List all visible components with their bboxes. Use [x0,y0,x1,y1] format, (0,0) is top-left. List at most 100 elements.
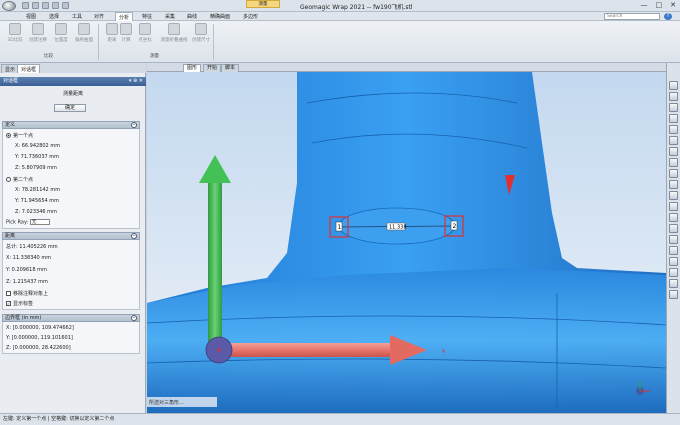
menu-bar: 视图 选择 工具 对齐 分析 特征 采集 曲线 精确曲面 多边形 Search … [0,12,680,21]
y-axis-arrow-shaft[interactable] [208,183,222,348]
pan-icon[interactable] [669,114,678,123]
menu-feature[interactable]: 特征 [142,13,152,20]
right-toolbar [666,63,680,413]
group-label-measure: 测量 [150,54,159,59]
undo-icon[interactable] [52,2,59,9]
help-icon[interactable]: ? [664,13,672,20]
menu-exact-surfaces[interactable]: 精确曲面 [210,13,230,20]
app-logo-icon[interactable] [2,1,16,11]
bbox-y: Y: [0.000000, 119.101601] [6,335,73,341]
view-bottom-icon[interactable] [669,202,678,211]
view-top-icon[interactable] [669,191,678,200]
zoom-window-icon[interactable] [669,136,678,145]
save-icon[interactable] [42,2,49,9]
remove-annotation-checkbox[interactable]: 移除注释对象上 [6,290,48,297]
section-icon[interactable] [669,268,678,277]
view-left-icon[interactable] [669,169,678,178]
ok-button[interactable]: 确定 [54,104,86,112]
section-distance-header[interactable]: 距离 ^ [2,232,140,240]
red-x-marker: × [441,348,446,355]
section-definition-header[interactable]: 定义 ^ [2,121,140,129]
view-right-icon[interactable] [669,180,678,189]
dialog-controls[interactable]: ▾ ⊕ ✕ [129,77,143,86]
tab-graphics[interactable]: 图形 [183,64,202,72]
menu-curves[interactable]: 曲线 [187,13,197,20]
menu-analysis[interactable]: 分析 [115,12,134,21]
point-coordinate-button[interactable]: 点坐标 [134,23,156,43]
context-tab-measure[interactable]: 测量 [246,0,280,8]
collapse-icon[interactable]: ^ [131,122,137,128]
viewport-canvas[interactable]: 1 2 11.338 · × 所选对三角形... [147,63,666,413]
annotation-icon [32,23,44,35]
menu-capture[interactable]: 采集 [165,13,175,20]
new-file-icon[interactable] [22,2,29,9]
menu-align[interactable]: 对齐 [94,13,104,20]
view-front-icon[interactable] [669,147,678,156]
rotate-icon[interactable] [669,103,678,112]
section-bbox-header[interactable]: 边界框 (in mm) ^ [2,314,140,322]
3d-viewport[interactable]: 图形 开始 脚本 1 2 11.338 · × 所选对三角形... [147,63,666,413]
origin-center-dot [217,348,221,352]
group-label-compare: 比较 [44,54,53,59]
radio-icon [6,177,11,182]
menu-tools[interactable]: 工具 [72,13,82,20]
offset-surface-button[interactable]: 偏移曲面 [73,23,95,43]
window-title: Geomagic Wrap 2021 -- fw190飞机.stl [300,4,413,11]
pick-ray-row: Pick Ray: 无 [6,219,50,226]
tab-script[interactable]: 脚本 [221,64,240,72]
wireframe-icon[interactable] [669,235,678,244]
search-input[interactable]: Search [604,13,660,20]
create-annotation-button[interactable]: 创建注释 [27,23,49,43]
section-distance-body: 总计: 11.405226 mm X: 11.338340 mm Y: 0.20… [2,240,140,310]
p1-z: Z: 5.807909 mm [15,165,57,171]
second-point-radio[interactable]: 第二个点 [6,176,33,183]
p2-y: Y: 71.945654 mm [15,198,60,204]
menu-polygons[interactable]: 多边形 [243,13,258,20]
radio-icon [6,133,11,138]
menu-select[interactable]: 选择 [49,13,59,20]
pick-ray-select[interactable]: 无 [29,219,50,225]
zoom-icon[interactable] [669,125,678,134]
compare-3d-icon [9,23,21,35]
minimize-button[interactable]: — [641,1,648,9]
compare-3d-button[interactable]: 3D比较 [4,23,26,43]
group-separator [98,24,99,60]
fit-view-icon[interactable] [669,92,678,101]
point-coordinate-icon [139,23,151,35]
view-back-icon[interactable] [669,158,678,167]
collapse-icon[interactable]: ^ [131,233,137,239]
dialog-title-bar: 对话框 ▾ ⊕ ✕ [0,77,146,86]
panel-tabs: 显示 对话框 [0,63,146,73]
show-label-checkbox[interactable]: ✓ 显示标签 [6,300,33,307]
position-button[interactable]: 位置度 [50,23,72,43]
tab-dialog[interactable]: 对话框 [17,64,41,73]
tab-start[interactable]: 开始 [203,64,222,72]
bbox-z: Z: [0.000000, 28.422600] [6,345,71,351]
dialog-subtitle: 测量距离 [62,91,83,97]
measure-icon[interactable] [669,279,678,288]
lighting-icon[interactable] [669,246,678,255]
redo-icon[interactable] [62,2,69,9]
x-axis-arrow-shaft[interactable] [222,343,390,357]
create-dimension-button[interactable]: 创建尺寸 [190,23,212,43]
color-icon[interactable] [669,257,678,266]
fold-curve-icon [168,23,180,35]
bbox-x: X: [0.000000, 109.474662] [6,325,74,331]
point-2-label: 2 [453,223,457,230]
group-separator [213,24,214,60]
distance-total: 总计: 11.405226 mm [6,244,58,250]
fold-curve-button[interactable]: 测量折叠曲线 [160,23,188,43]
maximize-button[interactable]: □ [656,1,663,9]
view-home-icon[interactable] [669,81,678,90]
collapse-icon[interactable]: ^ [131,315,137,321]
ribbon: 3D比较 创建注释 位置度 偏移曲面 距离 计算 点坐标 测量折叠曲线 创建尺寸… [0,21,680,63]
menu-view[interactable]: 视图 [26,13,36,20]
close-button[interactable]: ✕ [670,1,676,9]
measure-value-label: 11.338 [389,225,407,231]
open-file-icon[interactable] [32,2,39,9]
shading-icon[interactable] [669,224,678,233]
screenshot-icon[interactable] [669,290,678,299]
first-point-radio[interactable]: 第一个点 [6,132,33,139]
view-iso-icon[interactable] [669,213,678,222]
viewport-tabs: 图形 开始 脚本 [147,63,666,72]
